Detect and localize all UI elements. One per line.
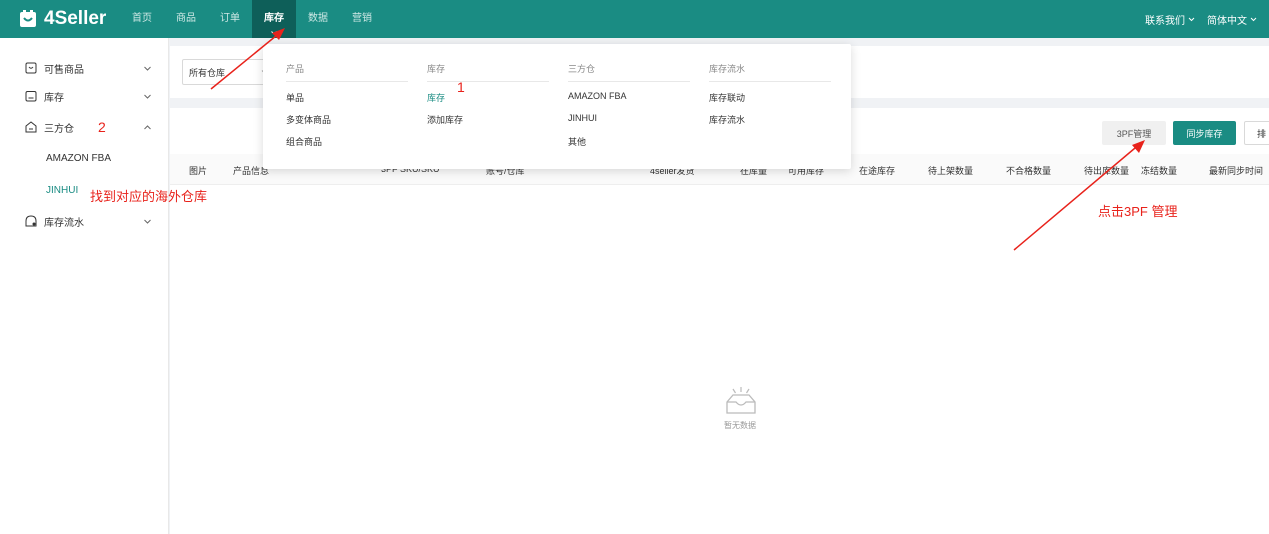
annotation-find-warehouse: 找到对应的海外仓库 (90, 189, 208, 204)
annotation-step-2: 2 (98, 119, 106, 135)
annotation-arrows (210, 28, 1145, 251)
arrow-to-3pf-button (1013, 140, 1145, 251)
annotation-click-3pf: 点击3PF 管理 (1098, 204, 1178, 219)
arrow-to-inventory-nav (210, 28, 285, 90)
annotation-step-1: 1 (457, 79, 465, 95)
